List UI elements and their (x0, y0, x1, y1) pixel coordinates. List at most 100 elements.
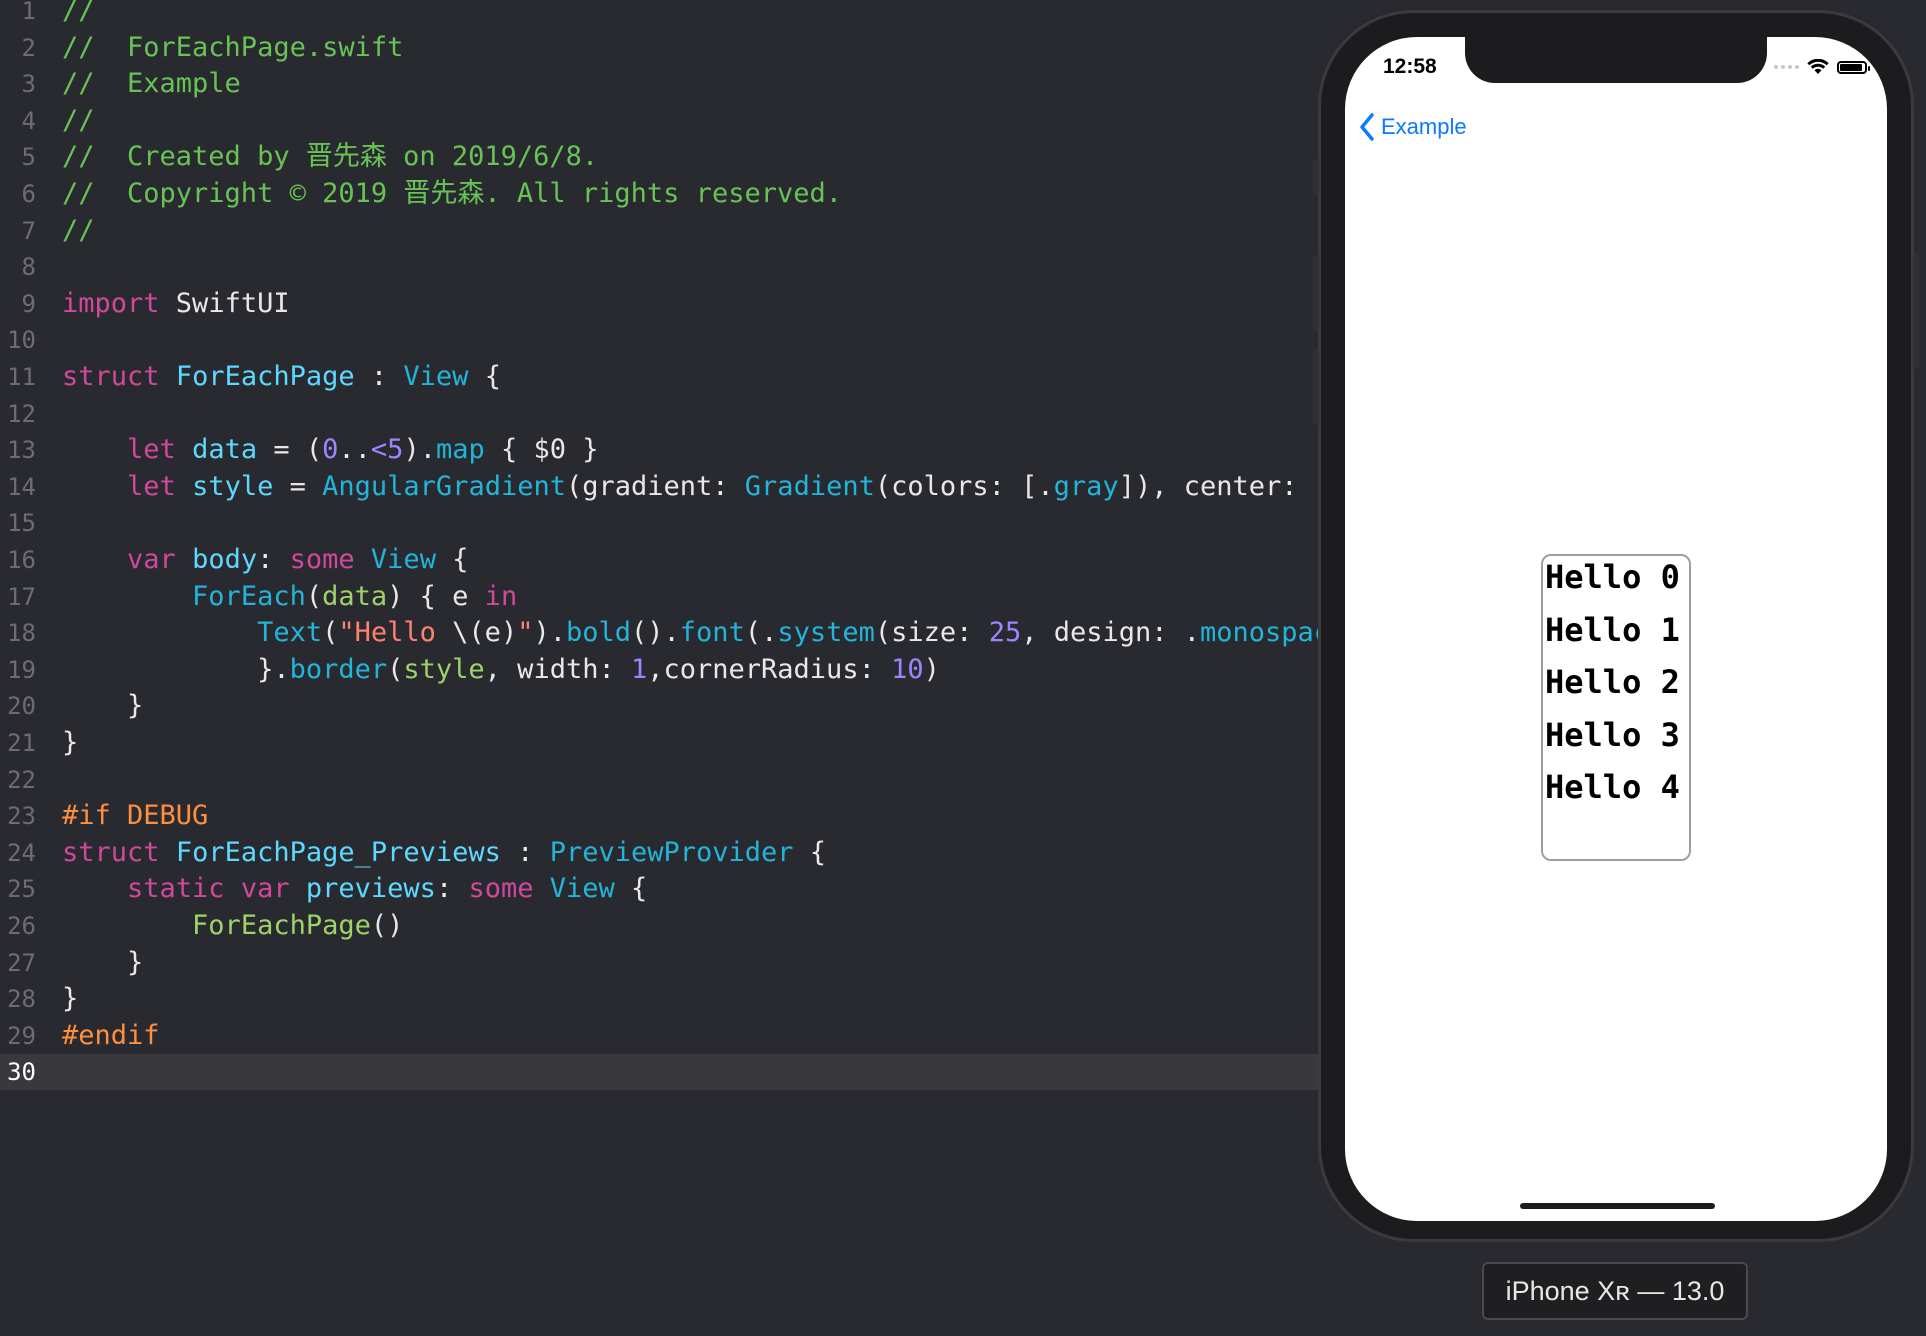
line-number: 22 (7, 766, 36, 794)
code-text: struct ForEachPage : View { (62, 359, 501, 395)
code-line[interactable]: 20 } (0, 688, 1320, 724)
code-line[interactable]: 22 (0, 762, 1320, 798)
device-selector-label[interactable]: iPhone Xʀ — 13.0 (1482, 1262, 1748, 1320)
code-line[interactable]: 2 // ForEachPage.swift (0, 30, 1320, 66)
code-line[interactable]: 16 var body: some View { (0, 542, 1320, 578)
code-token: ( (322, 617, 339, 648)
code-line[interactable]: 23 #if DEBUG (0, 798, 1320, 834)
line-number: 24 (7, 839, 36, 867)
code-token: } (62, 727, 79, 758)
code-token: let (127, 434, 176, 465)
code-token: ForEach (192, 581, 306, 612)
code-token: } (62, 983, 79, 1014)
code-token: = ( (257, 434, 323, 465)
code-token: in (484, 581, 518, 612)
volume-down-button (1313, 349, 1319, 425)
code-line[interactable]: 12 (0, 396, 1320, 432)
code-text: // Example (62, 66, 241, 102)
code-token: (). (631, 617, 680, 648)
code-token: \(e) (452, 617, 518, 648)
code-token: // (62, 215, 95, 246)
code-token: import (62, 288, 160, 319)
line-number: 9 (21, 290, 36, 318)
code-line[interactable]: 5 // Created by 晋先森 on 2019/6/8. (0, 139, 1320, 175)
line-number: 11 (7, 363, 36, 391)
code-line[interactable]: 30 (0, 1054, 1320, 1090)
code-token: static (127, 873, 225, 904)
line-number: 30 (7, 1058, 36, 1086)
line-number: 25 (7, 875, 36, 903)
code-line[interactable]: 24 struct ForEachPage_Previews : PreviewP… (0, 835, 1320, 871)
code-editor[interactable]: 1 // 2 // ForEachPage.swift 3 // Example 4 // 5 /… (0, 0, 1320, 1336)
code-line[interactable]: 29 #endif (0, 1018, 1320, 1054)
line-number: 26 (7, 912, 36, 940)
device-screen[interactable]: 12:58 Example Hello 0 Hello 1 Hello 2 Hello… (1345, 37, 1887, 1221)
code-token: PreviewProvider (549, 837, 794, 868)
code-token: (. (744, 617, 778, 648)
code-line[interactable]: 27 } (0, 945, 1320, 981)
line-number: 14 (7, 473, 36, 501)
code-line[interactable]: 26 ForEachPage() (0, 908, 1320, 944)
hello-text-3: Hello 3 (1545, 716, 1680, 754)
code-line[interactable]: 14 let style = AngularGradient(gradient:… (0, 469, 1320, 505)
code-token: // Example (62, 68, 241, 99)
code-line[interactable]: 21} (0, 725, 1320, 761)
code-text: }.border(style, width: 1,cornerRadius: 1… (62, 652, 940, 688)
code-token: ForEachPage_Previews (175, 837, 501, 868)
code-token: var (127, 544, 176, 575)
code-line[interactable]: 15 (0, 505, 1320, 541)
code-token: gray (1053, 471, 1119, 502)
code-line[interactable]: 4 // (0, 103, 1320, 139)
back-button[interactable]: Example (1359, 113, 1467, 141)
code-token: = (273, 471, 323, 502)
code-token: ( (305, 581, 323, 612)
line-number: 18 (7, 619, 36, 647)
code-token: body (192, 544, 258, 575)
line-number: 21 (7, 729, 36, 757)
code-text: struct ForEachPage_Previews : PreviewPro… (62, 835, 826, 871)
code-token: font (679, 617, 745, 648)
home-indicator[interactable] (1520, 1203, 1715, 1209)
code-text: let style = AngularGradient(gradient: Gr… (62, 469, 1320, 505)
code-token: : (435, 873, 469, 904)
code-token: () (370, 910, 404, 941)
code-line[interactable]: 7 // (0, 213, 1320, 249)
code-token: { (793, 837, 827, 868)
code-token: data (192, 434, 258, 465)
code-line[interactable]: 3 // Example (0, 66, 1320, 102)
code-line[interactable]: 19 }.border(style, width: 1,cornerRadius… (0, 652, 1320, 688)
code-line[interactable]: 8 (0, 249, 1320, 285)
code-line[interactable]: 25 static var previews: some View { (0, 871, 1320, 907)
code-token: Gradient (744, 471, 875, 502)
wifi-icon (1807, 59, 1829, 74)
code-token: }. (62, 654, 290, 685)
hello-text-2: Hello 2 (1545, 663, 1680, 701)
line-number: 17 (7, 583, 36, 611)
code-token: map (435, 434, 485, 465)
code-text: // (62, 213, 95, 249)
code-line[interactable]: 18 Text("Hello \(e)").bold().font(.syste… (0, 615, 1320, 651)
code-token: View (370, 544, 436, 575)
code-line[interactable]: 11 struct ForEachPage : View { (0, 359, 1320, 395)
code-token: "Hello (338, 617, 453, 648)
code-token: ). (403, 434, 436, 465)
code-line[interactable]: 10 (0, 322, 1320, 358)
status-time: 12:58 (1383, 55, 1437, 78)
line-number: 3 (21, 70, 36, 98)
code-token: ) { e (387, 581, 485, 612)
code-line[interactable]: 9 import SwiftUI (0, 286, 1320, 322)
line-number: 28 (7, 985, 36, 1013)
line-number: 1 (21, 0, 36, 25)
code-line[interactable]: 1 // (0, 0, 1320, 29)
code-line[interactable]: 6 // Copyright © 2019 晋先森. All rights res… (0, 176, 1320, 212)
line-number: 16 (7, 546, 36, 574)
code-line[interactable]: 13 let data = (0..<5).map { $0 } (0, 432, 1320, 468)
code-text: #if DEBUG (62, 798, 208, 834)
code-token: #endif (62, 1020, 160, 1051)
code-line[interactable]: 28} (0, 981, 1320, 1017)
code-line[interactable]: 17 ForEach(data) { e in (0, 579, 1320, 615)
